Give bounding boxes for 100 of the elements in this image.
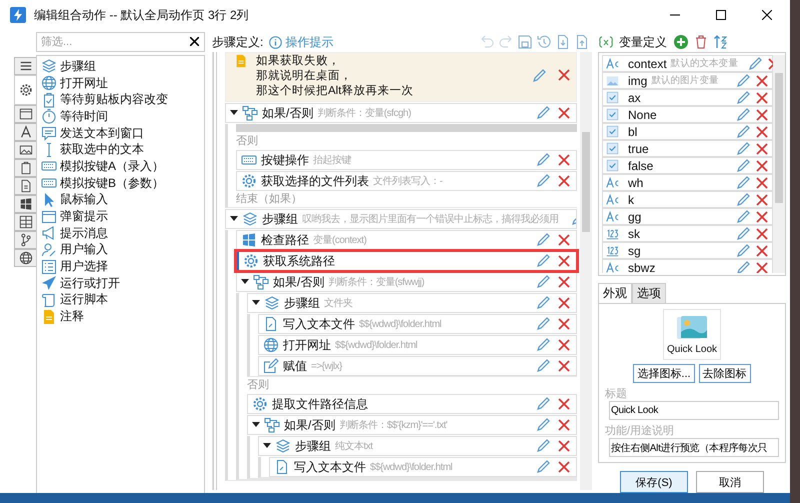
step-row[interactable]: 检查路径 变量(context) <box>236 230 577 250</box>
category-tab[interactable] <box>14 141 36 159</box>
action-item[interactable]: 模拟按键A（录入） <box>41 158 200 175</box>
text-field[interactable]: Quick Look <box>609 401 779 420</box>
branch-label: 否则 <box>247 378 270 393</box>
step-row[interactable]: 步骤组 文件夹 <box>247 293 577 313</box>
clear-icon[interactable] <box>190 37 199 46</box>
step-row[interactable]: 如果/否则 判断条件：$$'{kzm}'=='.txt' <box>247 415 577 435</box>
sort-icon[interactable] <box>714 35 727 49</box>
action-item[interactable]: 运行脚本 <box>41 292 200 308</box>
lightning-icon <box>10 7 26 23</box>
icon-button[interactable]: 去除图标 <box>698 364 751 383</box>
step-row[interactable]: 提取文件路径信息 <box>247 394 577 414</box>
picture-icon <box>676 314 708 342</box>
action-item[interactable]: 用户输入 <box>41 242 200 258</box>
note-line: 那这个时候把Alt释放再来一次 <box>256 84 414 99</box>
variable-row[interactable]: sg <box>602 242 773 259</box>
add-icon[interactable] <box>674 35 688 49</box>
variable-row[interactable]: context 默认的文本变量 <box>602 55 773 72</box>
action-item[interactable]: 模拟按键B（参数） <box>41 174 200 192</box>
step-row[interactable]: 打开网址 $${wdwd}\folder.html <box>258 335 577 355</box>
action-item[interactable]: 鼠标输入 <box>41 192 200 208</box>
action-item[interactable]: 步骤组 <box>41 58 200 75</box>
action-item[interactable]: 提示消息 <box>41 224 200 242</box>
globe-icon <box>18 251 32 265</box>
step-row[interactable]: 如果/否则 判断条件：变量(sfwwjj) <box>236 272 577 292</box>
expand-toggle-icon[interactable] <box>252 299 260 307</box>
step-row[interactable]: 获取系统路径 <box>236 251 577 271</box>
category-tab[interactable] <box>14 159 36 177</box>
variable-row[interactable]: sbwz <box>602 259 773 273</box>
action-item[interactable]: 弹窗提示 <box>41 208 200 225</box>
variable-name: img <box>628 74 648 88</box>
action-item[interactable]: 获取选中的文本 <box>41 141 200 158</box>
category-tab[interactable] <box>14 213 36 231</box>
note-step[interactable]: 如果获取失败， 那就说明在桌面， 那这个时候把Alt释放再来一次 <box>225 52 577 102</box>
tab[interactable]: 选项 <box>632 283 666 303</box>
checklist-icon <box>41 258 57 275</box>
variable-row[interactable]: gg <box>602 208 773 225</box>
variable-row[interactable]: false <box>602 157 773 174</box>
step-row[interactable]: 写入文本文件 $${wdwd}\folder.html <box>258 314 577 334</box>
step-row[interactable]: 按键操作 抬起按键 <box>236 150 577 170</box>
dialog-button[interactable]: 保存(S) <box>620 471 688 493</box>
variable-row[interactable]: bl <box>602 123 773 140</box>
text-field[interactable]: 按住右侧Alt进行预览（本程序每次只 <box>609 438 779 457</box>
category-tab[interactable] <box>14 231 36 249</box>
step-detail: 纯文本txt <box>335 440 373 453</box>
action-item[interactable]: 等待剪贴板内容改变 <box>41 91 200 108</box>
action-item[interactable]: 用户选择 <box>41 258 200 275</box>
expand-toggle-icon[interactable] <box>241 278 249 286</box>
variable-row[interactable]: k <box>602 191 773 208</box>
toolbar-button[interactable] <box>555 34 571 50</box>
toolbar-button[interactable] <box>517 34 533 50</box>
variable-row[interactable]: wh <box>602 174 773 191</box>
dialog-button[interactable]: 取消 <box>696 471 764 493</box>
toolbar-button[interactable] <box>536 34 552 50</box>
variable-note: 默认的图片变量 <box>651 74 719 87</box>
icon-button[interactable]: 选择图标... <box>633 364 695 383</box>
step-row[interactable]: 获取选择的文件列表 文件列表写入：- <box>236 171 577 191</box>
category-tab[interactable] <box>14 177 36 195</box>
section-heading: 步骤定义: <box>212 34 264 50</box>
tab[interactable]: 外观 <box>598 283 632 303</box>
category-tab[interactable] <box>14 57 36 75</box>
category-tab[interactable] <box>14 249 36 267</box>
expand-toggle-icon[interactable] <box>252 421 260 429</box>
scrollbar[interactable] <box>773 55 785 273</box>
action-item[interactable]: 发送文本到窗口 <box>41 124 200 142</box>
action-item[interactable]: 打开网址 <box>41 74 200 92</box>
variable-name: wh <box>628 176 644 190</box>
action-item[interactable]: 运行或打开 <box>41 274 200 292</box>
step-row[interactable]: 步骤组 叹哟我去，显示图片里面有一个错误中止标志，搞得我必须用 <box>225 209 577 229</box>
step-title: 步骤组 <box>284 294 320 312</box>
help-link[interactable]: 操作提示 <box>269 34 334 50</box>
step-row[interactable]: 写入文本文件 $${wdwd}\folder.html <box>269 457 577 477</box>
toolbar-button[interactable] <box>574 34 590 50</box>
expand-toggle-icon[interactable] <box>230 109 238 117</box>
scrollbar[interactable] <box>580 52 592 490</box>
action-item[interactable]: 注释 <box>41 308 200 325</box>
step-row[interactable]: 赋值 =>{wjlx} <box>258 356 577 376</box>
image-icon <box>18 143 32 157</box>
variable-name: sk <box>628 226 640 240</box>
expand-toggle-icon[interactable] <box>230 215 238 223</box>
variable-row[interactable]: None <box>602 106 773 123</box>
variable-row[interactable]: true <box>602 140 773 157</box>
step-title: 获取系统路径 <box>263 252 335 270</box>
variable-row[interactable]: ax <box>602 89 773 106</box>
category-tab[interactable] <box>14 105 36 123</box>
filter-field[interactable]: 筛选... <box>36 32 205 52</box>
category-tab[interactable] <box>14 195 36 213</box>
variable-name: false <box>628 158 654 172</box>
variable-row[interactable]: sk <box>602 225 773 242</box>
trash-icon[interactable] <box>695 35 707 49</box>
expand-toggle-icon[interactable] <box>263 442 271 450</box>
category-tab[interactable] <box>14 75 36 105</box>
variable-row[interactable]: img 默认的图片变量 <box>602 72 773 89</box>
step-row[interactable]: 如果/否则 判断条件：变量(sfcgh) <box>225 103 577 123</box>
window-icon <box>18 107 32 121</box>
category-tab[interactable] <box>14 123 36 141</box>
step-row[interactable]: 步骤组 纯文本txt <box>258 436 577 456</box>
text-variable-icon <box>606 57 619 70</box>
action-item[interactable]: 等待时间 <box>41 108 200 125</box>
